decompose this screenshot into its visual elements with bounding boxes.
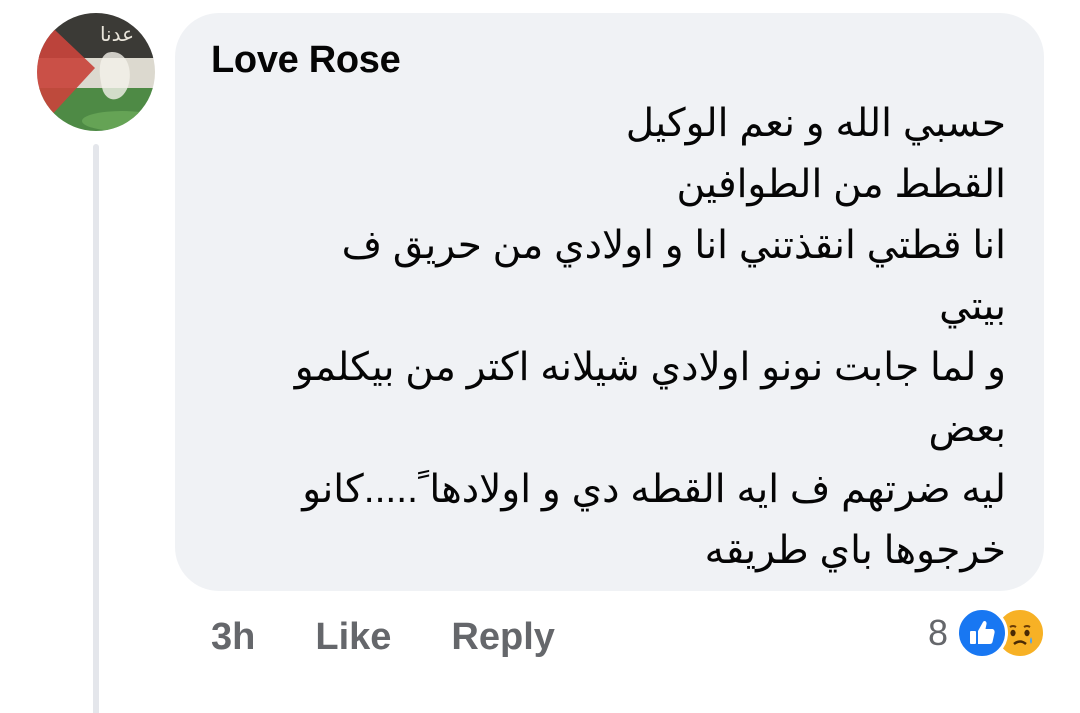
avatar-caption: عدنا — [100, 22, 134, 46]
comment-bubble: Love Rose حسبي الله و نعم الوكيل القطط م… — [175, 13, 1044, 591]
like-icon — [956, 607, 1008, 659]
thread-line — [93, 144, 99, 713]
comment-text: حسبي الله و نعم الوكيل القطط من الطوافين… — [206, 93, 1006, 581]
comment-line: ليه ضرتهم ف ايه القطه دي و اولادها ً....… — [302, 468, 1006, 511]
comment-timestamp[interactable]: 3h — [211, 616, 255, 659]
avatar[interactable]: عدنا — [37, 13, 155, 131]
comment-line: بيتي — [939, 285, 1006, 328]
comment-line: حسبي الله و نعم الوكيل — [625, 102, 1006, 145]
reactions-summary[interactable]: 8 — [928, 604, 1046, 662]
comment-line: خرجوها باي طريقه — [704, 529, 1006, 572]
comment-thread: عدنا Love Rose حسبي الله و نعم الوكيل ال… — [0, 0, 1080, 713]
avatar-image: عدنا — [37, 13, 155, 131]
comment-line: انا قطتي انقذتني انا و اولادي من حريق ف — [341, 224, 1006, 267]
reply-button[interactable]: Reply — [451, 616, 554, 659]
like-button[interactable]: Like — [315, 616, 391, 659]
comment-author[interactable]: Love Rose — [211, 39, 401, 82]
comment-line: القطط من الطوافين — [676, 163, 1006, 206]
comment-actions: 3h Like Reply — [211, 612, 555, 662]
reaction-count: 8 — [927, 612, 948, 653]
comment-line: بعض — [928, 407, 1006, 450]
comment-line: و لما جابت نونو اولادي شيلانه اكتر من بي… — [294, 346, 1006, 389]
